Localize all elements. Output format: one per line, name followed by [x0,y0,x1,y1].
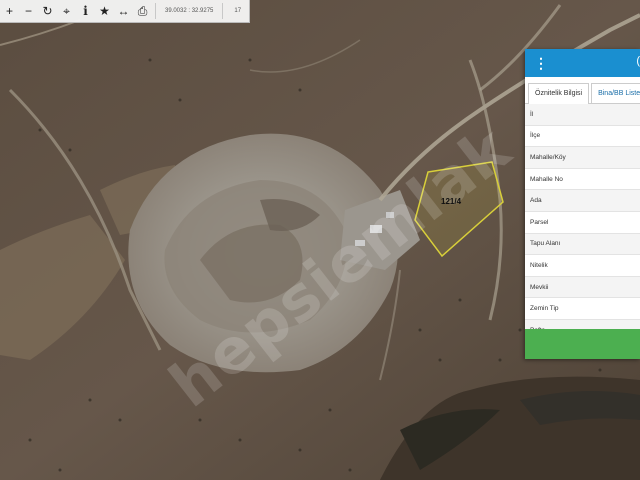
panel-header: ⋮ ( [525,49,640,77]
tab-attribute-info[interactable]: Öznitelik Bilgisi [528,83,590,104]
zoom-out-icon[interactable]: − [19,0,38,22]
refresh-icon[interactable]: ↻ [38,0,57,22]
toolbar-divider [222,3,224,19]
field-label-parsel: Parsel [525,212,640,234]
field-label-nitelik: Nitelik [525,255,640,277]
field-label-il: İl [525,104,640,126]
field-label-mevkii: Mevkii [525,276,640,299]
field-label-zemin-tip: Zemin Tip [525,298,640,320]
field-label-mahalle-no: Mahalle No [525,169,640,191]
star-icon[interactable]: ★ [95,0,114,22]
toolbar-divider [155,3,156,19]
attribute-list: İl İlçe Mahalle/Köy Mahalle No Ada Parse… [525,104,640,342]
coordinate-readout: 39.0032 : 32.9275 [165,8,214,14]
kebab-menu-icon[interactable]: ⋮ [534,55,548,71]
zoom-level-readout: 17 [234,8,242,14]
field-label-mahalle-koy: Mahalle/Köy [525,147,640,169]
panel-action-bar[interactable] [525,329,640,359]
panel-tabs: Öznitelik Bilgisi Bina/BB Listesi [525,77,640,104]
zoom-in-icon[interactable]: + [0,0,19,22]
parcel-label: 121/4 [441,197,462,206]
tab-building-list[interactable]: Bina/BB Listesi [591,83,640,103]
attribute-panel: ⋮ ( Öznitelik Bilgisi Bina/BB Listesi İl… [525,49,640,359]
measure-icon[interactable]: ↔ [114,0,133,22]
field-label-ada: Ada [525,190,640,212]
field-label-ilce: İlçe [525,126,640,148]
field-label-tapu-alani: Tapu Alanı [525,233,640,256]
info-icon[interactable]: i [76,0,95,22]
locate-icon[interactable]: ⌖ [57,0,76,22]
print-icon[interactable]: ⎙ [133,0,152,22]
map-toolbar: + − ↻ ⌖ i ★ ↔ ⎙ 39.0032 : 32.9275 17 [0,0,251,23]
header-title-partial: ( [636,55,640,67]
